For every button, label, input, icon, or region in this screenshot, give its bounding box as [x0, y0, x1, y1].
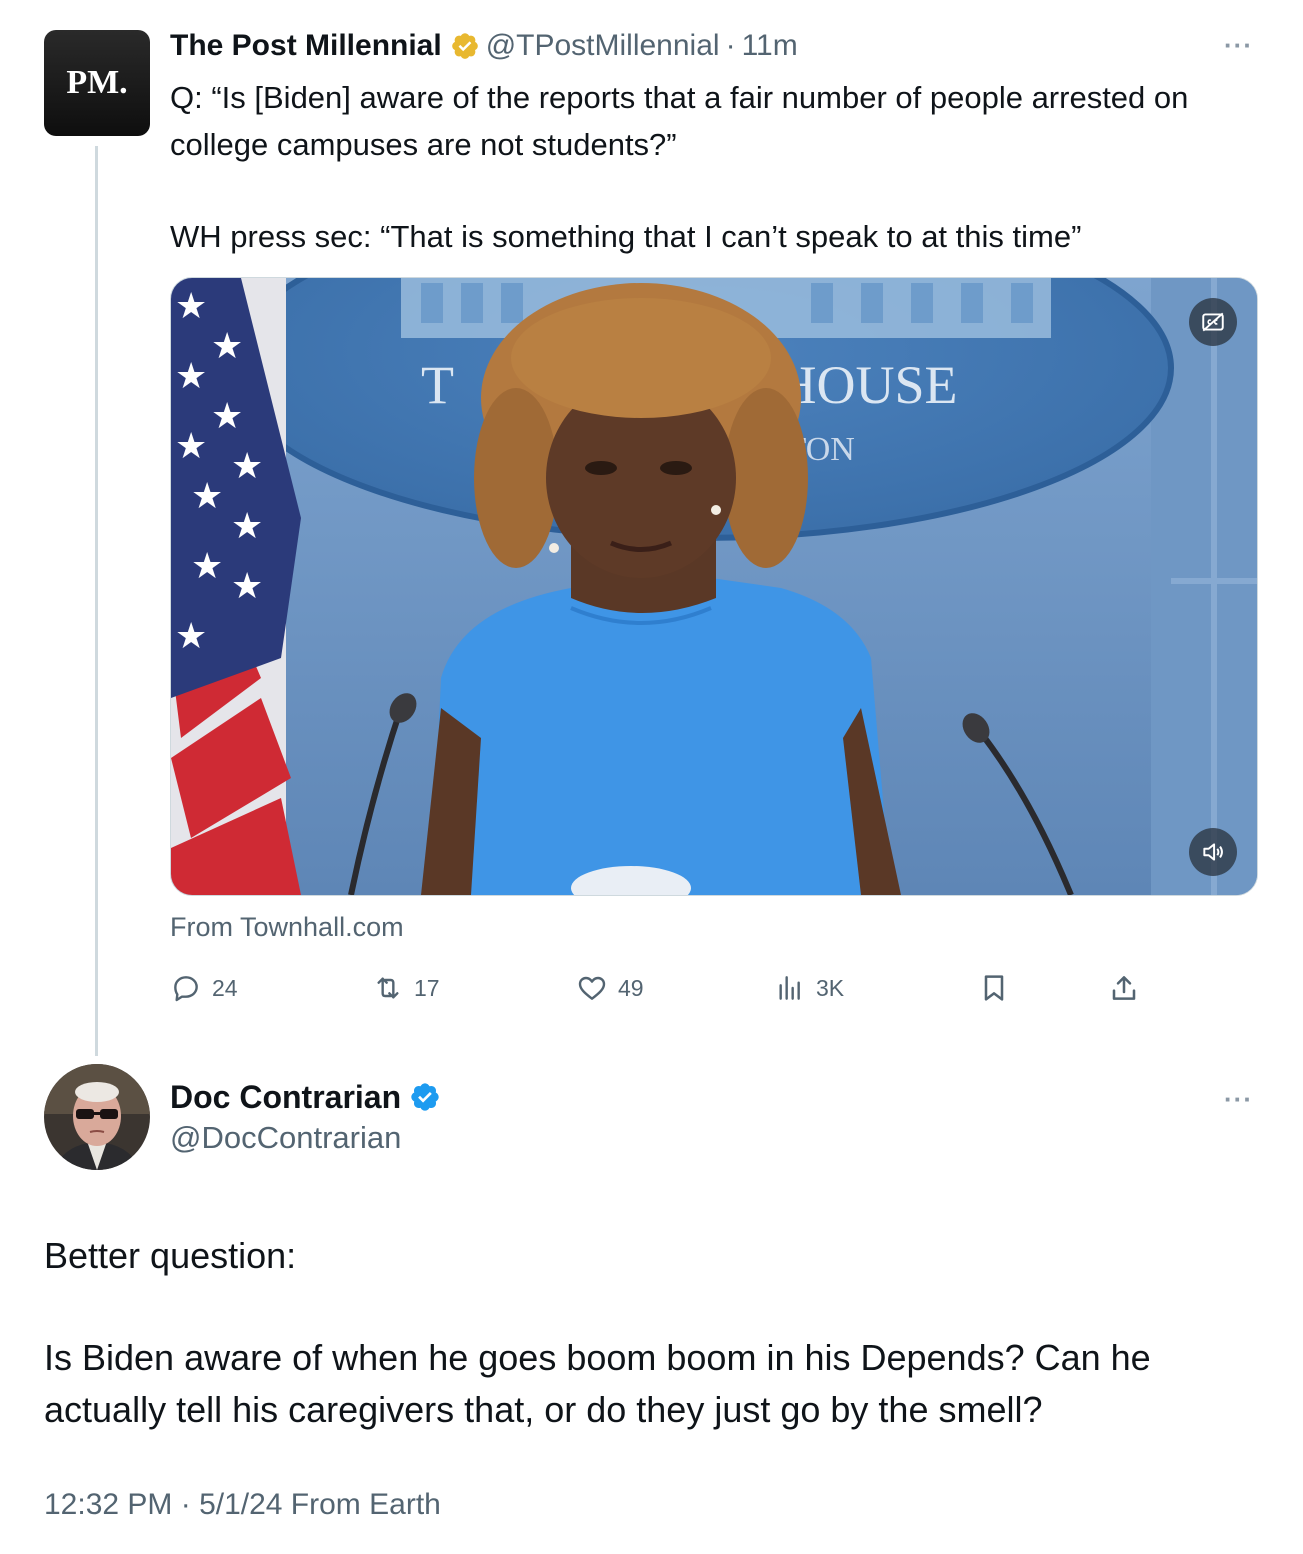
svg-text:★: ★	[175, 426, 207, 467]
tweet-text-question: Q: “Is [Biden] aware of the reports that…	[170, 80, 1189, 162]
volume-icon	[1203, 843, 1223, 861]
svg-text:★: ★	[175, 616, 207, 657]
svg-text:★: ★	[191, 546, 223, 587]
doc-contrarian-avatar[interactable]	[44, 1064, 150, 1170]
tweet-text-answer: WH press sec: “That is something that I …	[170, 219, 1082, 254]
separator-dot: ·	[725, 29, 736, 62]
quoted-tweet-text: Q: “Is [Biden] aware of the reports that…	[170, 74, 1270, 260]
post-millennial-avatar[interactable]: PM.	[44, 30, 150, 136]
more-options-icon[interactable]: ···	[1224, 30, 1253, 61]
captions-icon	[1202, 312, 1224, 332]
paragraph-spacer	[170, 168, 1270, 213]
views-icon	[779, 976, 800, 1000]
tweet-text-line-2: Is Biden aware of when he goes boom boom…	[44, 1337, 1151, 1430]
bookmark-button[interactable]	[978, 966, 1020, 1010]
reply-button[interactable]: 24	[170, 966, 238, 1010]
like-icon	[578, 976, 606, 1000]
media-source-label[interactable]: From Townhall.com	[170, 912, 404, 943]
reply-count: 24	[212, 974, 238, 1001]
quoted-tweet-action-bar: 24 17 49 3K	[170, 966, 1150, 1010]
repost-icon	[377, 977, 399, 999]
author-name[interactable]: The Post Millennial	[170, 29, 442, 63]
more-options-icon[interactable]: ···	[1224, 1084, 1253, 1115]
author-handle[interactable]: @DocContrarian	[170, 1120, 401, 1156]
sign-text-white-house: T	[421, 355, 454, 415]
verified-gold-badge-icon[interactable]	[450, 31, 480, 61]
share-icon	[1112, 976, 1136, 1000]
tweet-text-line-1: Better question:	[44, 1235, 297, 1276]
video-player[interactable]: T E HOUSE GTON ★ ★ ★ ★ ★ ★ ★ ★ ★ ★ ★	[170, 277, 1258, 896]
share-button[interactable]	[1108, 966, 1150, 1010]
captions-button[interactable]	[1189, 298, 1237, 346]
video-frame-press-secretary: T E HOUSE GTON ★★★ ★★ ★ ★★★ ★★	[171, 278, 1257, 895]
repost-count: 17	[414, 974, 440, 1001]
like-count: 49	[618, 974, 644, 1001]
thread-connector-line	[95, 146, 98, 1056]
view-count: 3K	[816, 974, 845, 1001]
svg-text:★: ★	[175, 356, 207, 397]
svg-text:★: ★	[231, 566, 263, 607]
repost-button[interactable]: 17	[372, 966, 440, 1010]
author-name[interactable]: Doc Contrarian	[170, 1079, 401, 1116]
svg-text:★: ★	[175, 286, 207, 327]
svg-text:★: ★	[191, 476, 223, 517]
views-button[interactable]: 3K	[774, 966, 844, 1010]
quoted-tweet-header: The Post Millennial @TPostMillennial · 1…	[170, 26, 798, 66]
like-button[interactable]: 49	[576, 966, 644, 1010]
tweet-footer-timestamp: 12:32 PM · 5/1/24 From Earth	[44, 1488, 441, 1521]
author-handle[interactable]: @TPostMillennial	[486, 29, 720, 63]
tweet-timestamp[interactable]: 11m	[742, 29, 798, 63]
avatar-logo-text: PM.	[66, 64, 128, 101]
main-tweet-author-row: Doc Contrarian	[170, 1076, 441, 1118]
svg-text:★: ★	[231, 446, 263, 487]
svg-text:★: ★	[211, 396, 243, 437]
verified-blue-badge-icon[interactable]	[409, 1081, 441, 1113]
avatar-portrait	[44, 1064, 150, 1170]
reply-icon	[174, 976, 198, 1002]
svg-text:★: ★	[211, 326, 243, 367]
main-tweet-text: Better question: Is Biden aware of when …	[44, 1230, 1264, 1436]
volume-button[interactable]	[1189, 828, 1237, 876]
svg-text:★: ★	[231, 506, 263, 547]
bookmark-icon	[984, 975, 1004, 1001]
